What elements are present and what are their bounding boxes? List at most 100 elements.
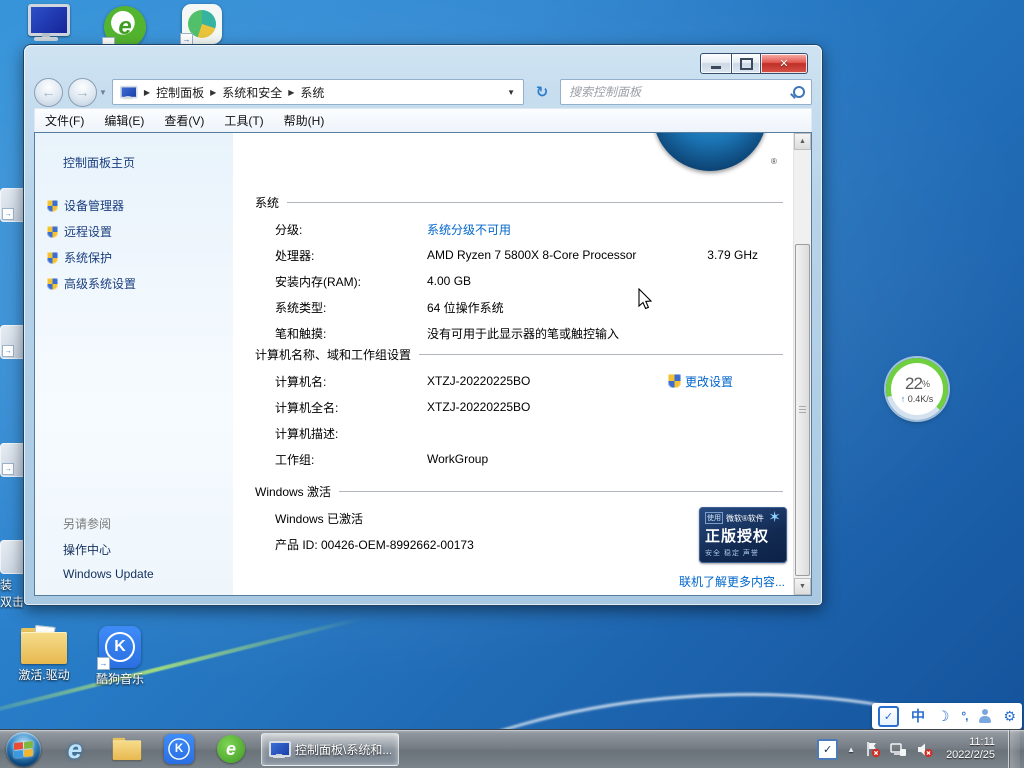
active-window-title: 控制面板\系统和...	[295, 741, 391, 758]
ime-chinese-mode-button[interactable]: 中	[911, 706, 925, 726]
back-button[interactable]: ←	[34, 78, 63, 107]
main-content: ® 系统 分级: 系统分级不可用 处理器: AMD Ryzen 7 5800X …	[233, 133, 793, 595]
show-hidden-icons-button[interactable]: ▲	[847, 745, 855, 754]
refresh-button[interactable]: ↻	[529, 79, 555, 105]
green-e-browser-icon: e	[217, 735, 245, 763]
taskbar-item-kugou[interactable]: K	[153, 732, 205, 766]
search-input[interactable]	[567, 84, 793, 100]
breadcrumb-item-system[interactable]: 系统	[300, 84, 324, 101]
sidebar-item-windows-update[interactable]: Windows Update	[63, 567, 154, 581]
registered-mark: ®	[771, 157, 777, 166]
ime-status-tray-icon[interactable]: ✓	[817, 739, 838, 760]
desktop-icon-kugou-music[interactable]: K → 酷狗音乐	[88, 626, 152, 687]
menu-bar: 文件(F) 编辑(E) 查看(V) 工具(T) 帮助(H)	[34, 108, 812, 132]
breadcrumb-arrow-icon: ▶	[210, 88, 216, 97]
action-center-flag-icon[interactable]	[864, 741, 881, 758]
sidebar-item-device-manager[interactable]: 设备管理器	[47, 197, 136, 214]
menu-file[interactable]: 文件(F)	[35, 109, 94, 132]
recent-pages-dropdown[interactable]: ▼	[99, 88, 107, 97]
breadcrumb-arrow-icon: ▶	[144, 88, 150, 97]
scrollbar-track[interactable]	[794, 150, 811, 578]
system-window-icon	[269, 741, 289, 758]
desktop-icon-partial-3[interactable]: →	[0, 443, 26, 477]
volume-muted-icon[interactable]	[916, 741, 933, 758]
taskbar-active-window-button[interactable]: 控制面板\系统和...	[261, 733, 399, 766]
desktop-icon-activation-driver[interactable]: 激活.驱动	[12, 628, 76, 683]
desktop-icon-partial-2[interactable]: →	[0, 325, 26, 359]
scroll-down-icon: ▼	[799, 583, 806, 590]
rating-unavailable-link[interactable]: 系统分级不可用	[427, 221, 511, 238]
taskbar: e K e 控制面板\系统和... ✓ ▲	[0, 730, 1024, 768]
ime-punctuation-button[interactable]: °,	[961, 709, 967, 723]
row-system-type: 系统类型: 64 位操作系统	[233, 294, 793, 320]
ime-logo-icon[interactable]: ✓	[878, 706, 899, 727]
taskbar-clock[interactable]: 11:11 2022/2/25	[946, 736, 995, 762]
scrollbar-thumb[interactable]	[795, 244, 810, 576]
back-icon: ←	[42, 84, 56, 100]
desktop-icon-swirl-app[interactable]: →	[170, 4, 234, 44]
row-workgroup: 工作组: WorkGroup	[233, 446, 793, 472]
taskbar-item-360-browser[interactable]: e	[205, 732, 257, 766]
desktop-icon-360-browser[interactable]: e →	[93, 6, 157, 48]
sidebar-item-advanced-settings[interactable]: 高级系统设置	[47, 275, 136, 292]
sidebar-item-system-protection[interactable]: 系统保护	[47, 249, 136, 266]
genuine-microsoft-badge: 使用 微软®软件 ✶ 正版授权 安全 稳定 声誉	[699, 507, 787, 563]
ie-icon: e	[68, 734, 82, 765]
breadcrumb-item-system-security[interactable]: 系统和安全	[222, 84, 282, 101]
show-desktop-button[interactable]	[1008, 730, 1020, 768]
change-settings-link[interactable]: 更改设置	[668, 373, 733, 390]
star-icon: ✶	[768, 513, 781, 523]
sidebar-item-control-panel-home[interactable]: 控制面板主页	[63, 154, 135, 171]
sidebar: 控制面板主页 设备管理器 远程设置 系统保护	[35, 133, 233, 595]
system-window: ✕ ← → ▼ ▶ 控制面板 ▶ 系统和安全 ▶ 系统 ▼ ↻ 文件(F)	[24, 45, 822, 605]
vertical-scrollbar[interactable]: ▲ ▼	[793, 133, 811, 595]
menu-help[interactable]: 帮助(H)	[274, 109, 335, 132]
shortcut-arrow-icon: →	[97, 657, 110, 670]
network-status-icon[interactable]	[890, 741, 907, 758]
desktop-icon-partial-4[interactable]: 装 双击	[0, 540, 26, 610]
breadcrumb-arrow-icon: ▶	[288, 88, 294, 97]
address-bar-icon	[120, 85, 136, 99]
close-button[interactable]: ✕	[761, 53, 808, 74]
address-dropdown-arrow[interactable]: ▼	[504, 88, 518, 97]
kugou-icon: K	[164, 734, 194, 764]
minimize-button[interactable]	[700, 53, 732, 74]
desktop-icon-label: 酷狗音乐	[96, 670, 144, 687]
scroll-down-button[interactable]: ▼	[794, 578, 811, 595]
search-box	[560, 79, 812, 105]
taskbar-item-explorer[interactable]	[101, 732, 153, 766]
desktop-icon-partial-1[interactable]: →	[0, 188, 26, 222]
forward-button[interactable]: →	[68, 78, 97, 107]
menu-view[interactable]: 查看(V)	[154, 109, 214, 132]
menu-edit[interactable]: 编辑(E)	[94, 109, 154, 132]
learn-more-online-link[interactable]: 联机了解更多内容...	[679, 573, 785, 590]
uac-shield-icon	[47, 252, 58, 264]
desktop-icon-label: 激活.驱动	[18, 666, 69, 683]
network-speed-gauge[interactable]: 22% ↑ 0.4K/s	[886, 358, 948, 420]
row-computer-description: 计算机描述:	[233, 420, 793, 446]
maximize-button[interactable]	[732, 53, 761, 74]
menu-tools[interactable]: 工具(T)	[214, 109, 273, 132]
taskbar-item-internet-explorer[interactable]: e	[49, 732, 101, 766]
sidebar-item-remote-settings[interactable]: 远程设置	[47, 223, 136, 240]
ime-fullwidth-moon-icon[interactable]: ☽	[937, 708, 950, 725]
window-body: 控制面板主页 设备管理器 远程设置 系统保护	[34, 132, 812, 596]
section-windows-activation: Windows 激活	[255, 483, 783, 499]
section-system: 系统	[255, 194, 783, 210]
desktop-icon-computer[interactable]	[14, 4, 78, 42]
sidebar-item-action-center[interactable]: 操作中心	[63, 541, 154, 558]
breadcrumb-item-control-panel[interactable]: 控制面板	[156, 84, 204, 101]
section-computer-name: 计算机名称、域和工作组设置	[255, 346, 783, 362]
row-rating: 分级: 系统分级不可用	[233, 216, 793, 242]
thumb-grip	[799, 406, 806, 414]
ime-settings-gear-icon[interactable]: ⚙	[1003, 708, 1016, 725]
row-pen-touch: 笔和触摸: 没有可用于此显示器的笔或触控输入	[233, 320, 793, 346]
start-button[interactable]	[6, 732, 41, 767]
forward-icon: →	[76, 84, 90, 100]
ime-account-icon[interactable]	[979, 709, 991, 723]
scroll-up-button[interactable]: ▲	[794, 133, 811, 150]
gauge-percent: 22%	[905, 374, 929, 394]
windows-logo-orb	[653, 133, 767, 171]
windows-flag-icon	[14, 741, 33, 758]
breadcrumb[interactable]: ▶ 控制面板 ▶ 系统和安全 ▶ 系统 ▼	[112, 79, 524, 105]
